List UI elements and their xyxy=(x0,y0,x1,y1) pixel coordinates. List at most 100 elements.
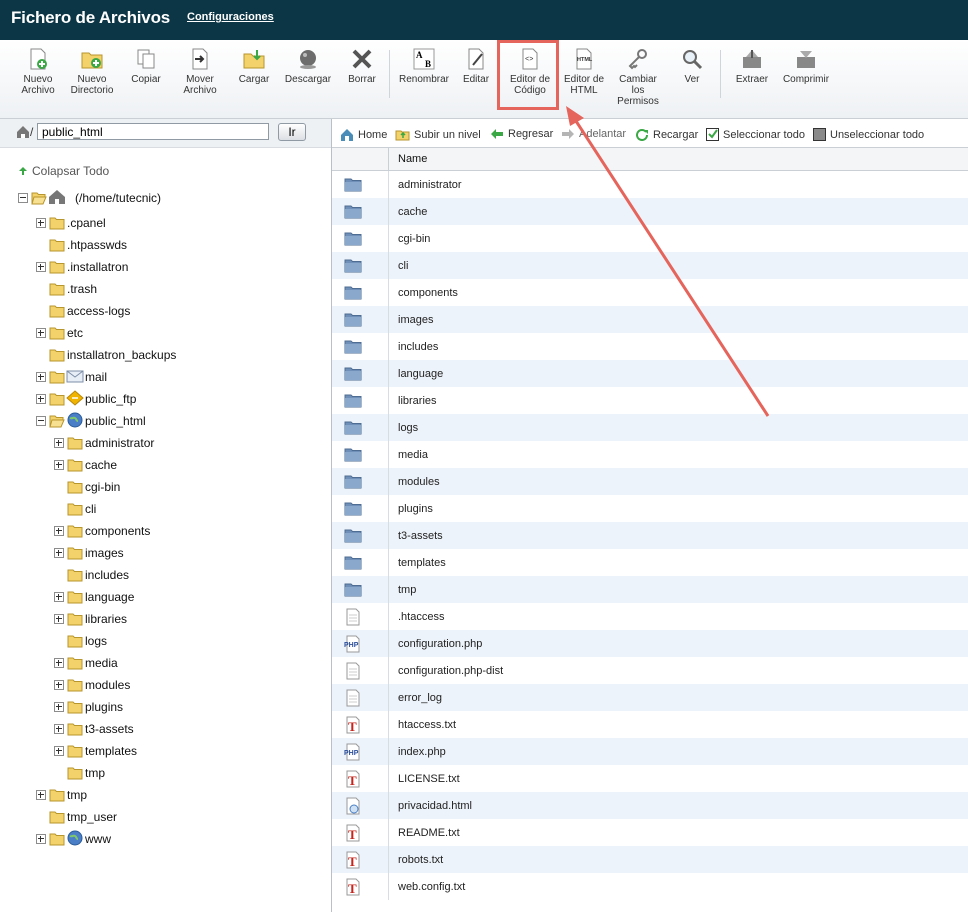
file-name[interactable]: components xyxy=(398,287,458,299)
table-row[interactable]: logs xyxy=(332,414,968,441)
expand-toggle-icon[interactable] xyxy=(54,746,64,756)
unselect-all-button[interactable]: Unseleccionar todo xyxy=(813,128,924,141)
forward-button[interactable]: Adelantar xyxy=(561,128,626,140)
file-name[interactable]: web.config.txt xyxy=(398,881,465,893)
file-name[interactable]: plugins xyxy=(398,503,433,515)
copy-button[interactable]: Copiar xyxy=(126,48,166,85)
file-name[interactable]: configuration.php-dist xyxy=(398,665,503,677)
expand-toggle-icon[interactable] xyxy=(54,548,64,558)
expand-toggle-icon[interactable] xyxy=(54,460,64,470)
table-row[interactable]: PHP configuration.php xyxy=(332,630,968,657)
compress-button[interactable]: Comprimir xyxy=(780,48,832,85)
table-row[interactable]: T README.txt xyxy=(332,819,968,846)
table-row[interactable]: Tweb.config.txt xyxy=(332,873,968,900)
expand-toggle-icon[interactable] xyxy=(36,328,46,338)
table-row[interactable]: error_log xyxy=(332,684,968,711)
expand-toggle-icon[interactable] xyxy=(36,262,46,272)
table-row[interactable]: libraries xyxy=(332,387,968,414)
file-name[interactable]: LICENSE.txt xyxy=(398,773,460,785)
table-row[interactable]: cli xyxy=(332,252,968,279)
path-input[interactable] xyxy=(37,123,269,140)
table-row[interactable]: images xyxy=(332,306,968,333)
new-folder-button[interactable]: Nuevo Directorio xyxy=(66,48,118,96)
table-row[interactable]: T LICENSE.txt xyxy=(332,765,968,792)
expand-toggle-icon[interactable] xyxy=(36,834,46,844)
back-button[interactable]: Regresar xyxy=(490,128,553,140)
expand-toggle-icon[interactable] xyxy=(54,680,64,690)
file-name[interactable]: libraries xyxy=(398,395,437,407)
expand-toggle-icon[interactable] xyxy=(54,526,64,536)
settings-link[interactable]: Configuraciones xyxy=(187,11,274,23)
file-name[interactable]: cgi-bin xyxy=(398,233,430,245)
delete-button[interactable]: Borrar xyxy=(344,48,380,85)
html-editor-button[interactable]: HTML Editor de HTML xyxy=(560,48,608,96)
file-name[interactable]: cli xyxy=(398,260,408,272)
collapse-toggle-icon[interactable] xyxy=(36,416,46,426)
file-name[interactable]: robots.txt xyxy=(398,854,443,866)
file-name[interactable]: logs xyxy=(398,422,418,434)
new-file-button[interactable]: Nuevo Archivo xyxy=(16,48,60,96)
table-row[interactable]: Thtaccess.txt xyxy=(332,711,968,738)
file-name[interactable]: includes xyxy=(398,341,438,353)
table-row[interactable]: includes xyxy=(332,333,968,360)
move-file-button[interactable]: Mover Archivo xyxy=(178,48,222,96)
expand-toggle-icon[interactable] xyxy=(36,394,46,404)
file-name[interactable]: images xyxy=(398,314,433,326)
file-name[interactable]: error_log xyxy=(398,692,442,704)
table-row[interactable]: cache xyxy=(332,198,968,225)
table-row[interactable]: language xyxy=(332,360,968,387)
table-row[interactable]: cgi-bin xyxy=(332,225,968,252)
upload-button[interactable]: Cargar xyxy=(236,48,272,85)
expand-toggle-icon[interactable] xyxy=(54,724,64,734)
download-button[interactable]: Descargar xyxy=(282,48,334,85)
table-row[interactable]: administrator xyxy=(332,171,968,198)
table-row[interactable]: PHP index.php xyxy=(332,738,968,765)
file-name[interactable]: privacidad.html xyxy=(398,800,472,812)
expand-toggle-icon[interactable] xyxy=(54,592,64,602)
file-name[interactable]: tmp xyxy=(398,584,416,596)
file-name[interactable]: htaccess.txt xyxy=(398,719,456,731)
table-row[interactable]: tmp xyxy=(332,576,968,603)
table-row[interactable]: privacidad.html xyxy=(332,792,968,819)
expand-toggle-icon[interactable] xyxy=(36,372,46,382)
file-name[interactable]: language xyxy=(398,368,443,380)
expand-toggle-icon[interactable] xyxy=(54,438,64,448)
table-row[interactable]: templates xyxy=(332,549,968,576)
table-row[interactable]: media xyxy=(332,441,968,468)
file-name[interactable]: templates xyxy=(398,557,446,569)
file-name[interactable]: configuration.php xyxy=(398,638,482,650)
table-row[interactable]: t3-assets xyxy=(332,522,968,549)
collapse-all-link[interactable]: Colapsar Todo xyxy=(18,164,109,178)
collapse-toggle-icon[interactable] xyxy=(18,193,28,203)
home-icon[interactable] xyxy=(16,125,30,139)
edit-button[interactable]: Editar xyxy=(458,48,494,85)
table-row[interactable]: components xyxy=(332,279,968,306)
home-button[interactable]: Home xyxy=(340,128,387,141)
view-button[interactable]: Ver xyxy=(676,48,708,85)
table-row[interactable]: .htaccess xyxy=(332,603,968,630)
file-name[interactable]: media xyxy=(398,449,428,461)
change-permissions-button[interactable]: Cambiar los Permisos xyxy=(614,48,662,107)
up-one-level-button[interactable]: Subir un nivel xyxy=(395,128,481,141)
file-name[interactable]: .htaccess xyxy=(398,611,444,623)
file-name[interactable]: README.txt xyxy=(398,827,460,839)
reload-button[interactable]: Recargar xyxy=(635,128,698,141)
expand-toggle-icon[interactable] xyxy=(54,658,64,668)
expand-toggle-icon[interactable] xyxy=(36,790,46,800)
rename-button[interactable]: AB Renombrar xyxy=(396,48,452,85)
expand-toggle-icon[interactable] xyxy=(54,614,64,624)
table-row[interactable]: configuration.php-dist xyxy=(332,657,968,684)
go-button[interactable]: Ir xyxy=(278,123,306,141)
file-name[interactable]: modules xyxy=(398,476,440,488)
file-name[interactable]: administrator xyxy=(398,179,462,191)
table-row[interactable]: Trobots.txt xyxy=(332,846,968,873)
extract-button[interactable]: Extraer xyxy=(732,48,772,85)
expand-toggle-icon[interactable] xyxy=(36,218,46,228)
expand-toggle-icon[interactable] xyxy=(54,702,64,712)
file-name[interactable]: cache xyxy=(398,206,427,218)
file-name[interactable]: index.php xyxy=(398,746,446,758)
table-row[interactable]: plugins xyxy=(332,495,968,522)
file-name[interactable]: t3-assets xyxy=(398,530,443,542)
name-column-header[interactable]: Name xyxy=(398,153,427,165)
table-row[interactable]: modules xyxy=(332,468,968,495)
